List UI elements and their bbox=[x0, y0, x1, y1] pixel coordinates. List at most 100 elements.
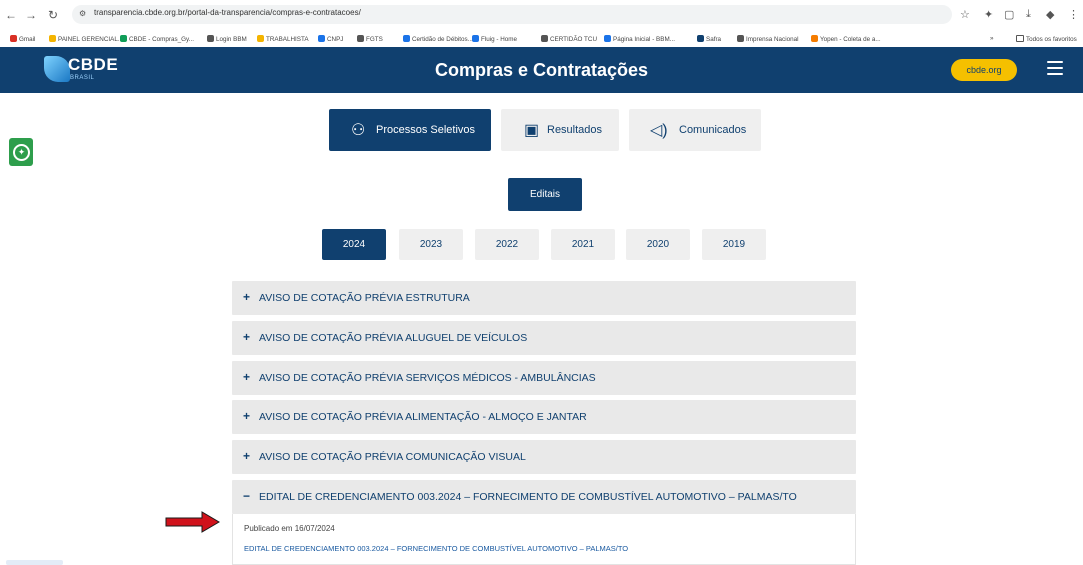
bookmark-favicon-icon bbox=[737, 35, 744, 42]
bookmark-favicon-icon bbox=[257, 35, 264, 42]
bookmarks-overflow-icon[interactable]: » bbox=[990, 35, 994, 42]
accordion-item[interactable]: + AVISO DE COTAÇÃO PRÉVIA ALIMENTAÇÃO - … bbox=[232, 400, 856, 434]
star-icon[interactable]: ☆ bbox=[960, 8, 970, 21]
accordion-title: AVISO DE COTAÇÃO PRÉVIA ALIMENTAÇÃO - AL… bbox=[259, 411, 587, 423]
bookmark-label: PAINEL GERENCIAL... bbox=[58, 36, 124, 43]
bookmark-favicon-icon bbox=[472, 35, 479, 42]
accordion-item[interactable]: + AVISO DE COTAÇÃO PRÉVIA SERVIÇOS MÉDIC… bbox=[232, 361, 856, 395]
bookmark-favicon-icon bbox=[403, 35, 410, 42]
bookmark-item[interactable]: CERTIDÃO TCU bbox=[541, 35, 597, 43]
bookmark-item[interactable]: PAINEL GERENCIAL... bbox=[49, 35, 123, 43]
bottom-widget[interactable] bbox=[6, 560, 63, 565]
bookmark-item[interactable]: Login BBM bbox=[207, 35, 247, 43]
tab-label: Comunicados bbox=[679, 124, 747, 136]
address-bar[interactable]: ⚙ transparencia.cbde.org.br/portal-da-tr… bbox=[72, 5, 952, 24]
tab-label: Processos Seletivos bbox=[376, 124, 476, 136]
bookmark-label: FGTS bbox=[366, 36, 383, 43]
cbde-org-button[interactable]: cbde.org bbox=[951, 59, 1017, 81]
accordion-item[interactable]: + AVISO DE COTAÇÃO PRÉVIA ESTRUTURA bbox=[232, 281, 856, 315]
bookmark-label: CBDE - Compras_Gy... bbox=[129, 36, 194, 43]
bookmark-item[interactable]: TRABALHISTA bbox=[257, 35, 309, 43]
bookmark-item[interactable]: Safra bbox=[697, 35, 721, 43]
bookmark-item[interactable]: Imprensa Nacional bbox=[737, 35, 799, 43]
bookmark-item[interactable]: Página Inicial - BBM... bbox=[604, 35, 675, 43]
all-favorites-label: Todos os favoritos bbox=[1026, 36, 1077, 43]
bookmark-favicon-icon bbox=[49, 35, 56, 42]
published-date: Publicado em 16/07/2024 bbox=[244, 524, 335, 533]
extension-icon[interactable]: ✦ bbox=[984, 8, 993, 21]
site-header: CBDE BRASIL Compras e Contratações cbde.… bbox=[0, 47, 1083, 93]
bookmark-item[interactable]: Yopen - Coleta de a... bbox=[811, 35, 881, 43]
url-text: transparencia.cbde.org.br/portal-da-tran… bbox=[94, 8, 361, 17]
bookmark-item[interactable]: Certidão de Débitos... bbox=[403, 35, 473, 43]
year-tab-2023[interactable]: 2023 bbox=[399, 229, 463, 260]
bookmark-label: Gmail bbox=[19, 36, 36, 43]
bookmark-label: Safra bbox=[706, 36, 722, 43]
all-favorites[interactable]: Todos os favoritos bbox=[1016, 35, 1077, 43]
accordion-title: EDITAL DE CREDENCIAMENTO 003.2024 – FORN… bbox=[259, 491, 797, 503]
tab-comunicados[interactable]: ◁) Comunicados bbox=[629, 109, 761, 151]
bookmark-label: Fluig - Home bbox=[481, 36, 518, 43]
folder-icon bbox=[1016, 35, 1024, 42]
accordion-item-open[interactable]: − EDITAL DE CREDENCIAMENTO 003.2024 – FO… bbox=[232, 480, 856, 514]
people-icon: ⚇ bbox=[351, 122, 366, 139]
bookmark-favicon-icon bbox=[207, 35, 214, 42]
year-tab-2021[interactable]: 2021 bbox=[551, 229, 615, 260]
tab-label: Resultados bbox=[547, 124, 603, 136]
accordion-title: AVISO DE COTAÇÃO PRÉVIA COMUNICAÇÃO VISU… bbox=[259, 451, 526, 463]
year-tab-2020[interactable]: 2020 bbox=[626, 229, 690, 260]
site-info-icon[interactable]: ⚙ bbox=[79, 9, 86, 18]
year-tab-2019[interactable]: 2019 bbox=[702, 229, 766, 260]
bookmark-item[interactable]: FGTS bbox=[357, 35, 383, 43]
editais-button[interactable]: Editais bbox=[508, 178, 582, 211]
year-tab-2024[interactable]: 2024 bbox=[322, 229, 386, 260]
accordion-title: AVISO DE COTAÇÃO PRÉVIA SERVIÇOS MÉDICOS… bbox=[259, 372, 596, 384]
year-tab-2022[interactable]: 2022 bbox=[475, 229, 539, 260]
bookmark-item[interactable]: Fluig - Home bbox=[472, 35, 517, 43]
bookmark-favicon-icon bbox=[318, 35, 325, 42]
bookmark-label: TRABALHISTA bbox=[266, 36, 309, 43]
bookmark-favicon-icon bbox=[541, 35, 548, 42]
bookmark-favicon-icon bbox=[357, 35, 364, 42]
megaphone-icon: ◁) bbox=[650, 122, 668, 139]
bookmark-label: Página Inicial - BBM... bbox=[613, 36, 675, 43]
accessibility-icon: ✦ bbox=[13, 144, 30, 161]
bookmark-label: Login BBM bbox=[216, 36, 247, 43]
reload-icon[interactable]: ↻ bbox=[46, 8, 60, 22]
bookmark-label: Certidão de Débitos... bbox=[412, 36, 473, 43]
bookmark-favicon-icon bbox=[604, 35, 611, 42]
bookmark-favicon-icon bbox=[811, 35, 818, 42]
document-link[interactable]: EDITAL DE CREDENCIAMENTO 003.2024 – FORN… bbox=[244, 544, 628, 553]
accordion-panel: Publicado em 16/07/2024 EDITAL DE CREDEN… bbox=[232, 514, 856, 565]
accessibility-button[interactable]: ✦ bbox=[9, 138, 33, 166]
accordion-item[interactable]: + AVISO DE COTAÇÃO PRÉVIA ALUGUEL DE VEÍ… bbox=[232, 321, 856, 355]
forward-icon[interactable]: → bbox=[24, 8, 38, 22]
profile-icon[interactable]: ◆ bbox=[1046, 8, 1054, 21]
hamburger-menu-icon[interactable] bbox=[1047, 61, 1063, 75]
accordion-item[interactable]: + AVISO DE COTAÇÃO PRÉVIA COMUNICAÇÃO VI… bbox=[232, 440, 856, 474]
expand-icon: + bbox=[243, 449, 251, 463]
bookmark-favicon-icon bbox=[120, 35, 127, 42]
bookmark-item[interactable]: Gmail bbox=[10, 35, 35, 43]
tab-processos-seletivos[interactable]: ⚇ Processos Seletivos bbox=[329, 109, 491, 151]
puzzle-icon[interactable]: ▢ bbox=[1004, 8, 1014, 21]
expand-icon: + bbox=[243, 370, 251, 384]
bookmark-favicon-icon bbox=[10, 35, 17, 42]
accordion-title: AVISO DE COTAÇÃO PRÉVIA ALUGUEL DE VEÍCU… bbox=[259, 332, 528, 344]
back-icon[interactable]: ← bbox=[4, 8, 18, 22]
browser-toolbar: ← → ↻ ⚙ transparencia.cbde.org.br/portal… bbox=[0, 0, 1083, 34]
document-check-icon: ▣ bbox=[524, 122, 540, 139]
bookmark-item[interactable]: CBDE - Compras_Gy... bbox=[120, 35, 194, 43]
bookmark-favicon-icon bbox=[697, 35, 704, 42]
bookmark-label: Yopen - Coleta de a... bbox=[820, 36, 881, 43]
download-icon[interactable]: ⤓ bbox=[1026, 8, 1031, 21]
bookmark-item[interactable]: CNPJ bbox=[318, 35, 343, 43]
accordion-title: AVISO DE COTAÇÃO PRÉVIA ESTRUTURA bbox=[259, 292, 470, 304]
more-icon[interactable]: ⋮ bbox=[1068, 8, 1079, 21]
expand-icon: + bbox=[243, 290, 251, 304]
expand-icon: + bbox=[243, 409, 251, 423]
tab-resultados[interactable]: ▣ Resultados bbox=[501, 109, 619, 151]
bookmarks-bar: Gmail PAINEL GERENCIAL... CBDE - Compras_G… bbox=[0, 33, 1083, 48]
bookmark-label: CERTIDÃO TCU bbox=[550, 36, 597, 43]
collapse-icon: − bbox=[243, 489, 251, 503]
